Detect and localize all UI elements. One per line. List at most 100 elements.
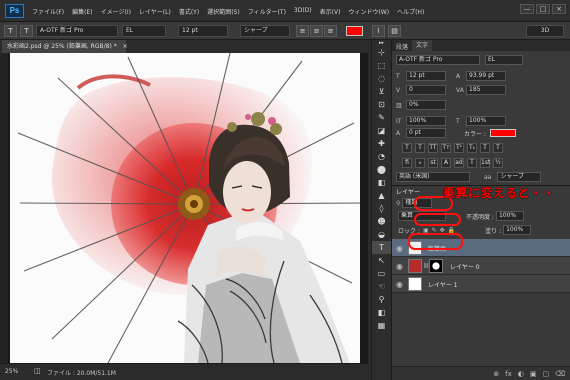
fill-field[interactable]: 100% — [503, 225, 532, 235]
new-layer-icon[interactable]: ▢ — [542, 370, 549, 378]
character-font-style-select[interactable]: EL — [485, 55, 523, 65]
superscript-button[interactable]: T¹ — [454, 143, 464, 153]
layer-row-layer1[interactable]: ◉ レイヤー 1 — [392, 275, 570, 293]
visibility-eye-icon[interactable]: ◉ — [396, 280, 403, 289]
character-vscale-field[interactable]: 100% — [406, 116, 446, 126]
eraser-tool-icon[interactable]: ◧ — [372, 176, 391, 189]
crop-tool-icon[interactable]: ⊡ — [372, 98, 391, 111]
zoom-tool-icon[interactable]: ⚲ — [372, 293, 391, 306]
underline-button[interactable]: T — [480, 143, 490, 153]
layer-style-icon[interactable]: fx — [505, 370, 512, 378]
minimize-button[interactable]: — — [520, 4, 534, 14]
align-center-button[interactable]: ≡ — [310, 25, 323, 37]
healing-brush-tool-icon[interactable]: ◪ — [372, 124, 391, 137]
font-size-select[interactable]: 12 pt — [178, 25, 228, 37]
menu-select[interactable]: 選択範囲(S) — [207, 7, 240, 16]
dodge-tool-icon[interactable]: ☻ — [372, 215, 391, 228]
tab-paragraph[interactable]: 段落 — [396, 42, 408, 51]
stylistic-alternates-button[interactable]: ad — [454, 158, 464, 168]
add-mask-icon[interactable]: ▣ — [530, 370, 537, 378]
toggle-panels-button[interactable]: ▤ — [388, 25, 401, 37]
faux-italic-button[interactable]: T — [415, 143, 425, 153]
fractions-button[interactable]: ½ — [493, 158, 503, 168]
ligatures-button[interactable]: fi — [402, 158, 412, 168]
faux-bold-button[interactable]: T — [402, 143, 412, 153]
marquee-tool-icon[interactable]: ⬚ — [372, 59, 391, 72]
titling-alternates-button[interactable]: T — [467, 158, 477, 168]
screen-mode-icon[interactable]: ▦ — [372, 319, 391, 332]
character-leading-field[interactable]: 93.99 pt — [466, 71, 506, 81]
menu-window[interactable]: ウィンドウ(W) — [348, 7, 389, 16]
discretionary-ligatures-button[interactable]: st — [428, 158, 438, 168]
visibility-eye-icon[interactable]: ◉ — [396, 244, 403, 253]
opacity-field[interactable]: 100% — [495, 211, 524, 221]
character-color-swatch[interactable] — [489, 129, 516, 137]
adjustment-layer-icon[interactable]: ◐ — [518, 370, 524, 378]
strikethrough-button[interactable]: T — [493, 143, 503, 153]
character-size-field[interactable]: 12 pt — [406, 71, 446, 81]
quick-mask-icon[interactable]: ◧ — [372, 306, 391, 319]
align-right-button[interactable]: ≡ — [324, 25, 337, 37]
character-baseline-field[interactable]: 0 pt — [406, 128, 446, 138]
pen-tool-icon[interactable]: ◒ — [372, 228, 391, 241]
status-info-icon[interactable]: ◫ — [34, 367, 41, 375]
menu-layer[interactable]: レイヤー(L) — [139, 7, 171, 16]
ordinals-button[interactable]: 1st — [480, 158, 490, 168]
workspace-3d-button[interactable]: 3D — [526, 25, 564, 37]
canvas-area[interactable] — [8, 53, 368, 363]
menu-image[interactable]: イメージ(I) — [101, 7, 131, 16]
layer-row-layer0[interactable]: ◉ ⛓ レイヤー 0 — [392, 257, 570, 275]
language-select[interactable]: 英語 (米国) — [396, 172, 470, 182]
layer-mask-thumbnail[interactable] — [429, 259, 443, 273]
quick-select-tool-icon[interactable]: ⊻ — [372, 85, 391, 98]
character-kerning-field[interactable]: 0 — [406, 85, 446, 95]
character-font-family-select[interactable]: A-OTF 新ゴ Pro — [396, 55, 480, 65]
character-hscale-field[interactable]: 100% — [466, 116, 506, 126]
menu-filter[interactable]: フィルター(T) — [248, 7, 286, 16]
clone-stamp-tool-icon[interactable]: ◔ — [372, 150, 391, 163]
orientation-button[interactable]: T — [20, 25, 33, 37]
visibility-eye-icon[interactable]: ◉ — [396, 262, 403, 271]
all-caps-button[interactable]: TT — [428, 143, 438, 153]
subscript-button[interactable]: T₁ — [467, 143, 477, 153]
history-brush-tool-icon[interactable]: ⬤ — [372, 163, 391, 176]
contextual-alternates-button[interactable]: ℴ — [415, 158, 425, 168]
antialias-select[interactable]: シャープ — [240, 25, 290, 37]
type-tool-icon[interactable]: T — [372, 241, 391, 254]
menu-help[interactable]: ヘルプ(H) — [397, 7, 424, 16]
blur-tool-icon[interactable]: ◊ — [372, 202, 391, 215]
menu-3d[interactable]: 3D(D) — [294, 7, 312, 16]
tab-character[interactable]: 文字 — [412, 40, 433, 51]
menu-edit[interactable]: 編集(E) — [72, 7, 92, 16]
document-tab[interactable]: 水彩画2.psd @ 25% (鉛筆画, RGB/8) * × — [2, 40, 128, 53]
gradient-tool-icon[interactable]: ▲ — [372, 189, 391, 202]
zoom-level[interactable]: 25% — [5, 368, 18, 375]
delete-layer-icon[interactable]: ⌫ — [555, 370, 565, 378]
character-antialias-select[interactable]: シャープ — [497, 172, 542, 182]
maximize-button[interactable]: □ — [536, 4, 550, 14]
eyedropper-tool-icon[interactable]: ✎ — [372, 111, 391, 124]
character-tsume-field[interactable]: 0% — [406, 100, 446, 110]
shape-tool-icon[interactable]: ▭ — [372, 267, 391, 280]
path-select-tool-icon[interactable]: ↖ — [372, 254, 391, 267]
menu-view[interactable]: 表示(V) — [320, 7, 341, 16]
lasso-tool-icon[interactable]: ◌ — [372, 72, 391, 85]
link-layers-icon[interactable]: ⊗ — [493, 370, 499, 378]
menu-file[interactable]: ファイル(F) — [32, 7, 64, 16]
artwork-canvas[interactable] — [10, 53, 361, 363]
layers-tab-title[interactable]: レイヤー — [396, 187, 420, 196]
align-left-button[interactable]: ≡ — [296, 25, 309, 37]
font-family-select[interactable]: A-OTF 新ゴ Pro — [36, 25, 118, 37]
close-window-button[interactable]: × — [552, 4, 566, 14]
character-tracking-field[interactable]: 185 — [466, 85, 506, 95]
swash-button[interactable]: A — [441, 158, 451, 168]
menu-type[interactable]: 書式(Y) — [179, 7, 199, 16]
text-tool-preset-icon[interactable]: T — [4, 25, 17, 37]
document-close-icon[interactable]: × — [123, 43, 128, 50]
hand-tool-icon[interactable]: ☜ — [372, 280, 391, 293]
warp-text-button[interactable]: ⌇ — [372, 25, 385, 37]
text-color-swatch[interactable] — [346, 26, 363, 36]
brush-tool-icon[interactable]: ✚ — [372, 137, 391, 150]
move-tool-icon[interactable]: ⊹ — [372, 46, 391, 59]
font-style-select[interactable]: EL — [122, 25, 166, 37]
